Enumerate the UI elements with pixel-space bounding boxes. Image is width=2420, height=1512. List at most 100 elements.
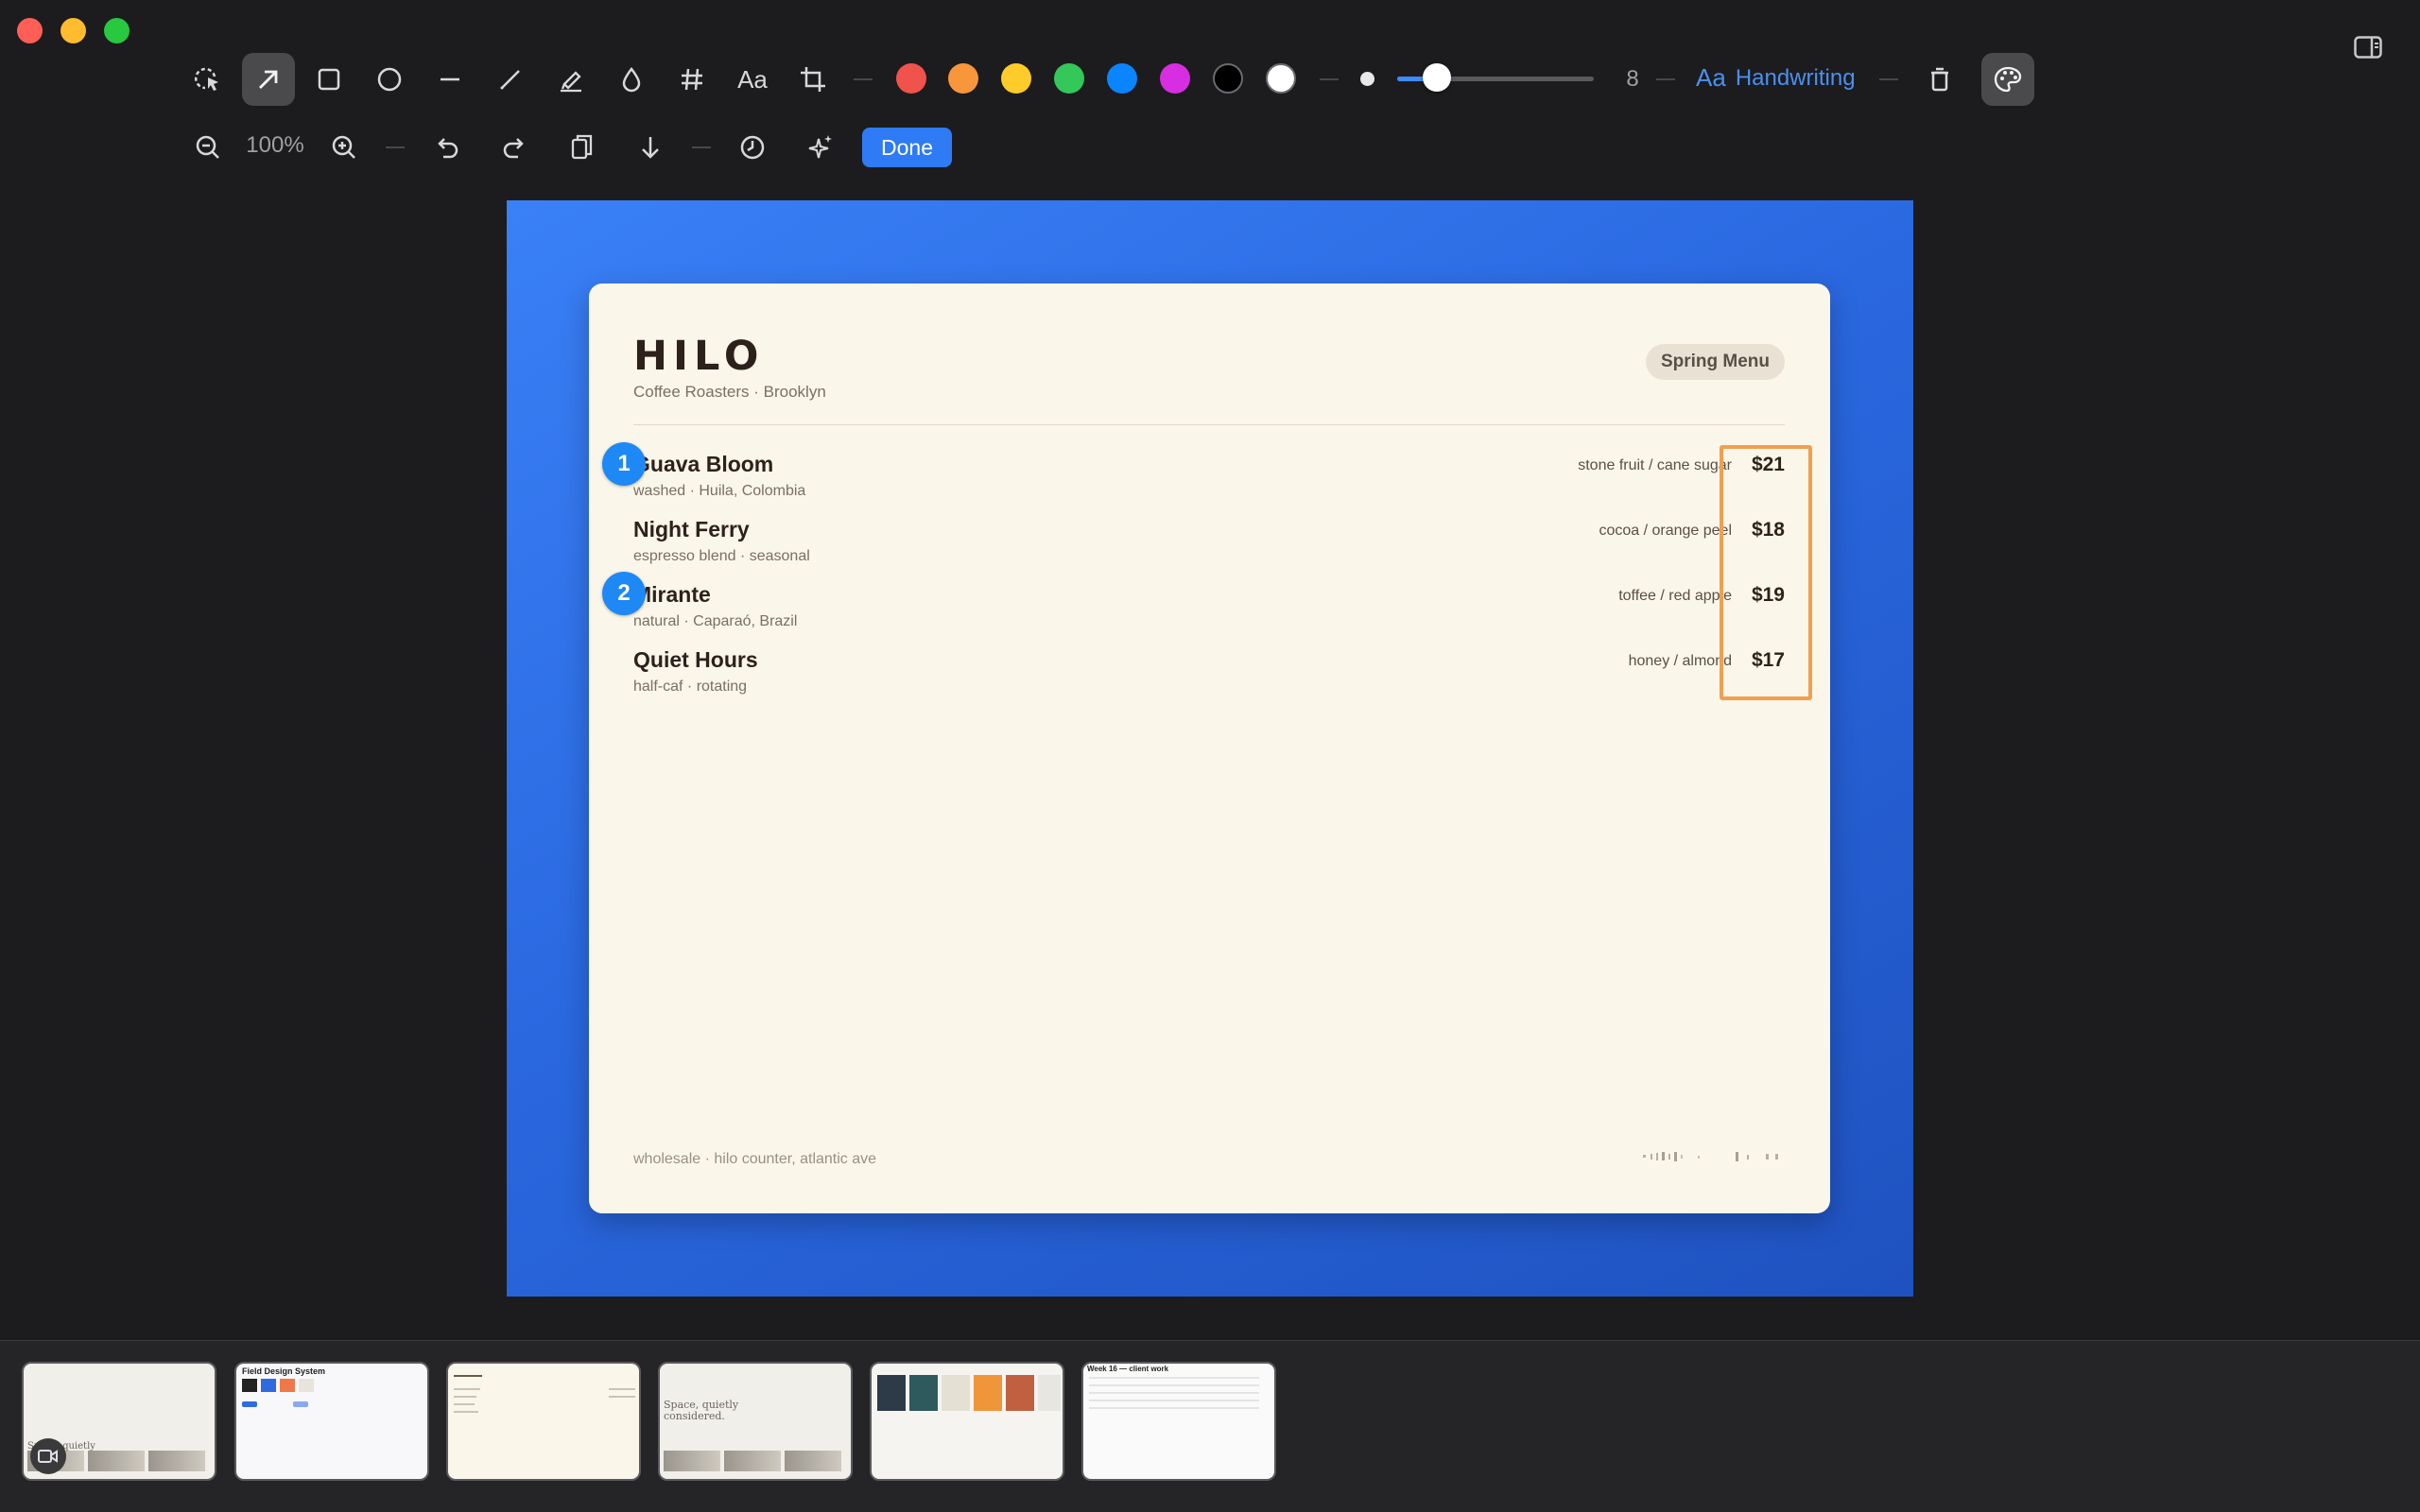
lasso-select-tool[interactable] [182,53,234,106]
zoom-in-icon [332,135,355,159]
redo-button[interactable] [488,121,541,174]
hash-icon [682,68,702,91]
thumbnail-image [724,1451,781,1471]
crop-tool[interactable] [786,53,839,106]
annotation-window: Aa 8 Aa Handwriting 100% Done HILO Coffe… [0,0,2420,1512]
blur-tool[interactable] [605,53,658,106]
lasso-icon [194,67,218,91]
color-swatch-blue[interactable] [1107,63,1137,94]
thumbnail-line [1089,1407,1259,1409]
font-selector[interactable]: Aa Handwriting [1696,63,1856,93]
thumbnail-line [1089,1377,1259,1379]
thumbnail-3-active[interactable] [446,1362,641,1481]
thumbnail-5[interactable] [870,1362,1064,1481]
drop-icon [622,66,641,93]
color-swatch-green[interactable] [1054,63,1084,94]
item-origin: espresso blend · seasonal [633,548,810,564]
thumbnail-swatch [280,1379,295,1392]
palette-icon [1994,66,2022,93]
menu-item: Mirante natural · Caparaó, Brazil toffee… [633,582,1785,639]
copy-button[interactable] [556,121,609,174]
toolbar-separator [692,146,711,148]
thumbnail-swatch [261,1379,276,1392]
pen-icon [500,70,520,90]
item-origin: natural · Caparaó, Brazil [633,613,798,629]
toolbar-separator [1879,78,1898,80]
zoom-in-button[interactable] [318,121,371,174]
magic-enhance-button[interactable] [794,121,847,174]
rectangle-tool[interactable] [302,53,355,106]
thumbnail-tile [1006,1375,1034,1411]
zoom-window-button[interactable] [104,18,130,43]
menu-card: HILO Coffee Roasters · Brooklyn Spring M… [589,284,1830,1213]
counter-tool[interactable] [666,53,718,106]
color-swatch-orange[interactable] [948,63,978,94]
color-swatch-white[interactable] [1266,63,1296,94]
thumbnail-line [454,1375,482,1377]
brand-tagline: Coffee Roasters · Brooklyn [633,383,826,401]
header-divider [633,424,1785,425]
stroke-size-min-icon [1360,72,1374,86]
color-swatch-red[interactable] [896,63,926,94]
toolbar-separator [386,146,405,148]
style-palette-button[interactable] [1981,53,2034,106]
highlighter-tool[interactable] [544,53,597,106]
step-badge-2[interactable]: 2 [602,572,646,615]
thumbnail-line [454,1411,478,1413]
line-icon [441,77,459,81]
minimize-window-button[interactable] [60,18,86,43]
highlighter-icon [561,71,581,93]
item-name: Quiet Hours [633,647,758,672]
font-prefix: Aa [1696,63,1726,92]
menu-item: Quiet Hours half-caf · rotating honey / … [633,647,1785,704]
copy-icon [571,134,593,160]
line-tool[interactable] [424,53,476,106]
done-button[interactable]: Done [862,128,952,167]
undo-button[interactable] [421,121,474,174]
arrow-icon [259,70,278,89]
thumbnail-tile [909,1375,938,1411]
trash-icon [1931,67,1948,92]
color-swatch-purple[interactable] [1160,63,1190,94]
screenshot-filmstrip: Space, quietly considered. Field Design … [0,1340,2420,1512]
thumbnail-line [609,1388,635,1390]
pen-tool[interactable] [484,53,537,106]
toolbar-separator [1656,78,1675,80]
price-highlight-rectangle[interactable] [1720,445,1812,700]
thumbnail-button [293,1401,308,1407]
thumbnail-image [88,1451,145,1471]
menu-footer: wholesale · hilo counter, atlantic ave [633,1151,877,1167]
barcode-graphic [1643,1152,1778,1161]
thumbnail-line [609,1396,635,1398]
stroke-size-slider[interactable] [1397,63,1594,92]
close-window-button[interactable] [17,18,43,43]
thumbnail-4[interactable]: Space, quietly considered. [658,1362,853,1481]
item-notes: toffee / red apple [1618,588,1732,604]
step-badge-1[interactable]: 1 [602,442,646,486]
slider-knob[interactable] [1422,63,1451,92]
screenshot-canvas[interactable]: HILO Coffee Roasters · Brooklyn Spring M… [507,200,1913,1297]
color-swatch-black[interactable] [1213,63,1243,94]
save-button[interactable] [624,121,677,174]
delete-button[interactable] [1913,53,1966,106]
thumbnail-tile [877,1375,906,1411]
sidebar-toggle-icon[interactable] [2354,36,2382,59]
arrow-tool[interactable] [242,53,295,106]
toolbar-separator [1320,78,1339,80]
text-tool[interactable]: Aa [726,53,779,106]
record-video-button[interactable] [30,1438,66,1474]
thumbnail-2[interactable]: Field Design System [234,1362,429,1481]
history-button[interactable] [726,121,779,174]
item-origin: washed · Huila, Colombia [633,483,806,499]
ellipse-tool[interactable] [363,53,416,106]
item-origin: half-caf · rotating [633,679,748,695]
color-swatch-yellow[interactable] [1001,63,1031,94]
crop-icon [801,67,825,92]
zoom-out-button[interactable] [182,121,234,174]
menu-item: Guava Bloom washed · Huila, Colombia sto… [633,452,1785,508]
font-label: Handwriting [1735,64,1856,91]
redo-icon [503,138,524,159]
thumbnail-6[interactable]: Week 16 — client work [1081,1362,1276,1481]
thumbnail-line [454,1388,480,1390]
toolbar-separator [854,78,873,80]
